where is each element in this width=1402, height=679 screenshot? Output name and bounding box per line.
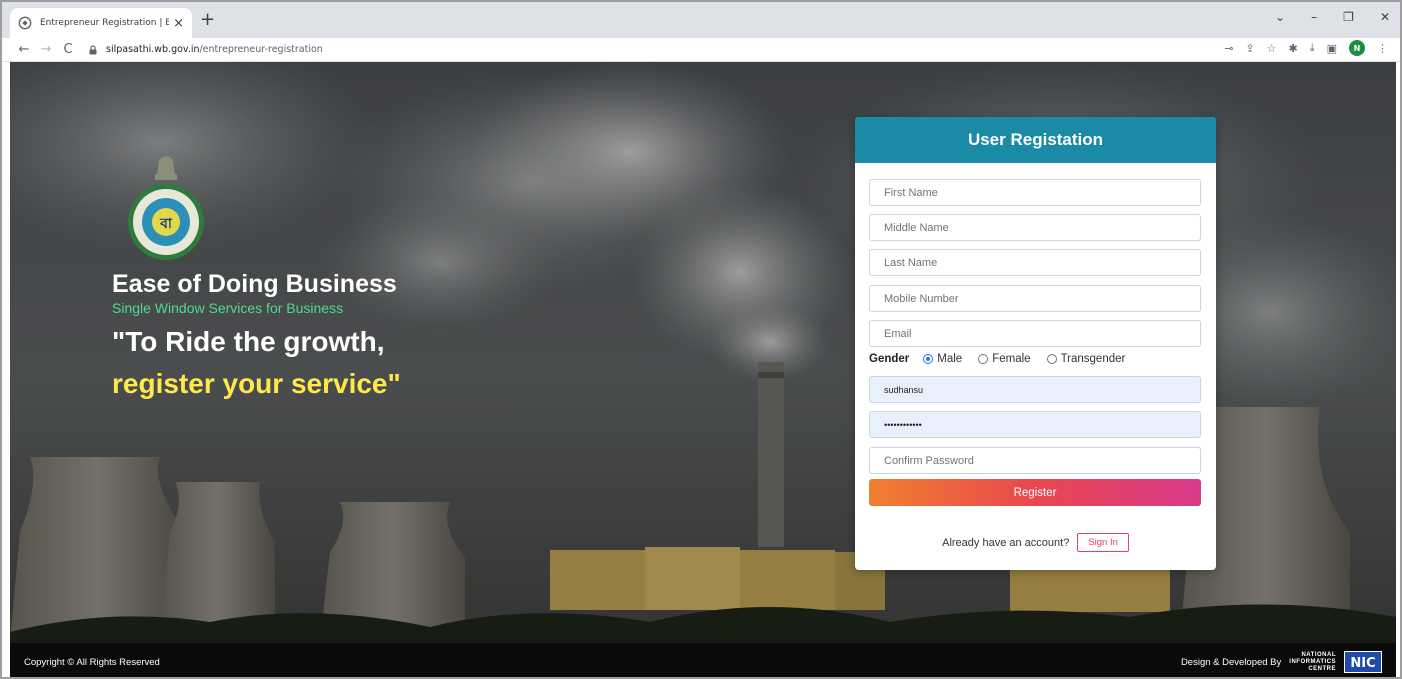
menu-dots-icon[interactable]: ⋮ bbox=[1377, 42, 1388, 55]
copyright-text: Copyright © All Rights Reserved bbox=[24, 656, 160, 668]
hero-subtitle: Single Window Services for Business bbox=[112, 300, 344, 316]
browser-tab[interactable]: Entrepreneur Registration | Ease × bbox=[10, 8, 192, 38]
lock-icon bbox=[89, 44, 97, 54]
form-title: User Registation bbox=[967, 130, 1104, 149]
middle-name-input[interactable] bbox=[869, 214, 1201, 241]
extensions-icon[interactable]: ✱ bbox=[1289, 42, 1298, 55]
browser-window: Entrepreneur Registration | Ease × + ⌄ –… bbox=[0, 0, 1402, 679]
window-controls: ⌄ – ❐ ✕ bbox=[1275, 10, 1390, 24]
side-panel-icon[interactable]: ▣ bbox=[1327, 42, 1337, 55]
footer-credits: Design & Developed By NATIONAL INFORMATI… bbox=[1181, 651, 1382, 673]
hero-title: Ease of Doing Business bbox=[112, 270, 397, 298]
radio-empty-icon bbox=[978, 354, 989, 364]
url-path: /entrepreneur-registration bbox=[199, 44, 323, 55]
forward-arrow-icon[interactable]: → bbox=[36, 42, 56, 57]
minimize-icon[interactable]: – bbox=[1311, 10, 1317, 24]
page-content: বা Ease of Doing Business Single Window … bbox=[10, 62, 1396, 677]
tab-bar: Entrepreneur Registration | Ease × + ⌄ –… bbox=[2, 2, 1400, 38]
registration-card: User Registation Gender Male Female Tran… bbox=[855, 117, 1216, 570]
close-tab-icon[interactable]: × bbox=[173, 16, 184, 31]
star-icon[interactable]: ☆ bbox=[1267, 42, 1277, 55]
profile-avatar[interactable]: N bbox=[1349, 40, 1365, 56]
gender-label: Gender bbox=[869, 353, 910, 365]
tab-title: Entrepreneur Registration | Ease bbox=[40, 18, 169, 28]
new-tab-button[interactable]: + bbox=[200, 10, 215, 30]
signin-row: Already have an account? Sign In bbox=[855, 533, 1216, 552]
close-window-icon[interactable]: ✕ bbox=[1380, 10, 1390, 24]
developed-by-text: Design & Developed By bbox=[1180, 656, 1282, 668]
url-field[interactable]: silpasathi.wb.gov.in/entrepreneur-regist… bbox=[88, 40, 323, 60]
gender-row: Gender Male Female Transgender bbox=[869, 353, 1133, 365]
address-bar: ← → C silpasathi.wb.gov.in/entrepreneur-… bbox=[2, 38, 1400, 62]
hero-quote-line2: register your service" bbox=[112, 368, 401, 399]
svg-text:NIC: NIC bbox=[1350, 656, 1375, 671]
card-header: User Registation bbox=[855, 117, 1216, 163]
toolbar-icons: ⊸ ⇪ ☆ ✱ ⤓ ▣ N ⋮ bbox=[1224, 40, 1388, 56]
share-icon[interactable]: ⇪ bbox=[1245, 42, 1254, 55]
download-icon[interactable]: ⤓ bbox=[1310, 41, 1315, 55]
nic-wordmark: NATIONAL INFORMATICS CENTRE bbox=[1289, 651, 1336, 672]
globe-icon bbox=[18, 16, 32, 30]
page-footer: Copyright © All Rights Reserved Design &… bbox=[10, 643, 1396, 677]
sign-in-button[interactable]: Sign In bbox=[1077, 533, 1129, 552]
nic-logo-icon: NIC bbox=[1345, 652, 1381, 672]
gender-male-radio[interactable]: Male bbox=[923, 353, 962, 365]
svg-text:বা: বা bbox=[159, 216, 173, 232]
west-bengal-emblem: বা bbox=[128, 156, 204, 260]
email-input[interactable] bbox=[869, 320, 1201, 347]
hero-quote-line1: "To Ride the growth, bbox=[112, 326, 385, 357]
have-account-text: Already have an account? bbox=[942, 536, 1070, 549]
url-host: silpasathi.wb.gov.in bbox=[106, 44, 200, 55]
last-name-input[interactable] bbox=[869, 249, 1201, 276]
confirm-password-input[interactable] bbox=[869, 447, 1201, 474]
gender-transgender-radio[interactable]: Transgender bbox=[1046, 353, 1125, 365]
radio-empty-icon bbox=[1046, 354, 1057, 364]
key-icon[interactable]: ⊸ bbox=[1224, 42, 1233, 55]
first-name-input[interactable] bbox=[869, 179, 1201, 206]
restore-icon[interactable]: ❐ bbox=[1343, 10, 1354, 24]
gender-female-radio[interactable]: Female bbox=[978, 353, 1031, 365]
radio-selected-icon bbox=[923, 354, 934, 364]
username-input[interactable] bbox=[869, 376, 1201, 403]
back-arrow-icon[interactable]: ← bbox=[14, 42, 34, 57]
tab-search-icon[interactable]: ⌄ bbox=[1275, 10, 1285, 24]
nic-logo[interactable]: NIC bbox=[1344, 651, 1382, 673]
reload-icon[interactable]: C bbox=[58, 42, 78, 57]
password-input[interactable] bbox=[869, 411, 1201, 438]
register-button[interactable]: Register bbox=[869, 479, 1201, 506]
mobile-number-input[interactable] bbox=[869, 285, 1201, 312]
